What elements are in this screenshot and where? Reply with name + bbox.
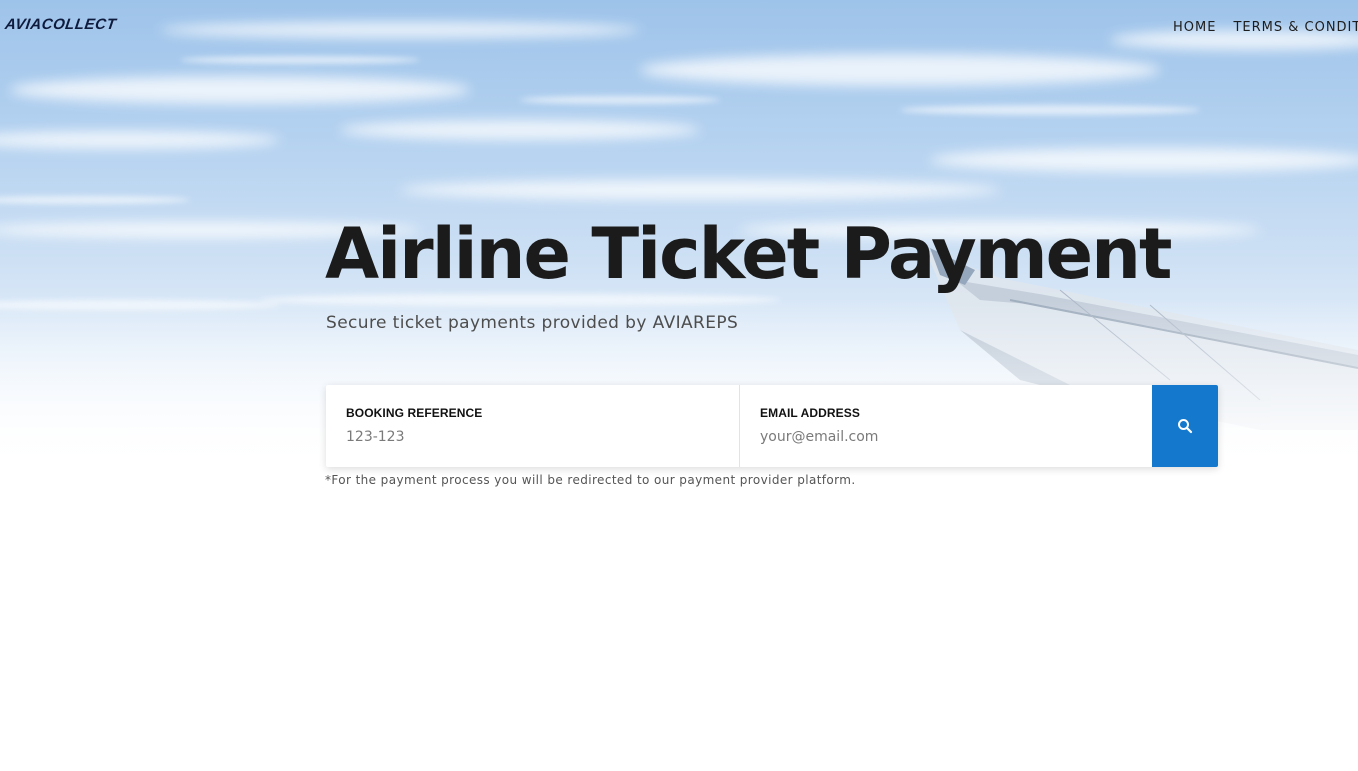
search-icon — [1178, 419, 1193, 434]
email-label: EMAIL ADDRESS — [760, 406, 860, 420]
nav-terms-link[interactable]: TERMS & CONDITIONS — [1233, 19, 1358, 36]
booking-reference-input[interactable] — [346, 428, 706, 446]
search-button[interactable] — [1152, 385, 1218, 467]
nav-home-link[interactable]: HOME — [1173, 19, 1216, 36]
booking-reference-field-group: BOOKING REFERENCE — [326, 385, 739, 467]
booking-search-form: BOOKING REFERENCE EMAIL ADDRESS — [326, 385, 1218, 467]
aviacollect-logo[interactable]: AVIACOLLECT — [4, 16, 118, 34]
page-title: Airline Ticket Payment — [325, 213, 1172, 295]
booking-reference-label: BOOKING REFERENCE — [346, 406, 483, 420]
email-input[interactable] — [760, 428, 1120, 446]
page-subtitle: Secure ticket payments provided by AVIAR… — [326, 313, 739, 333]
page: AVIACOLLECT HOME TERMS & CONDITIONS Airl… — [0, 0, 1358, 771]
top-navigation: HOME TERMS & CONDITIONS — [1173, 19, 1358, 36]
email-field-group: EMAIL ADDRESS — [739, 385, 1152, 467]
redirect-note: *For the payment process you will be red… — [325, 473, 856, 487]
